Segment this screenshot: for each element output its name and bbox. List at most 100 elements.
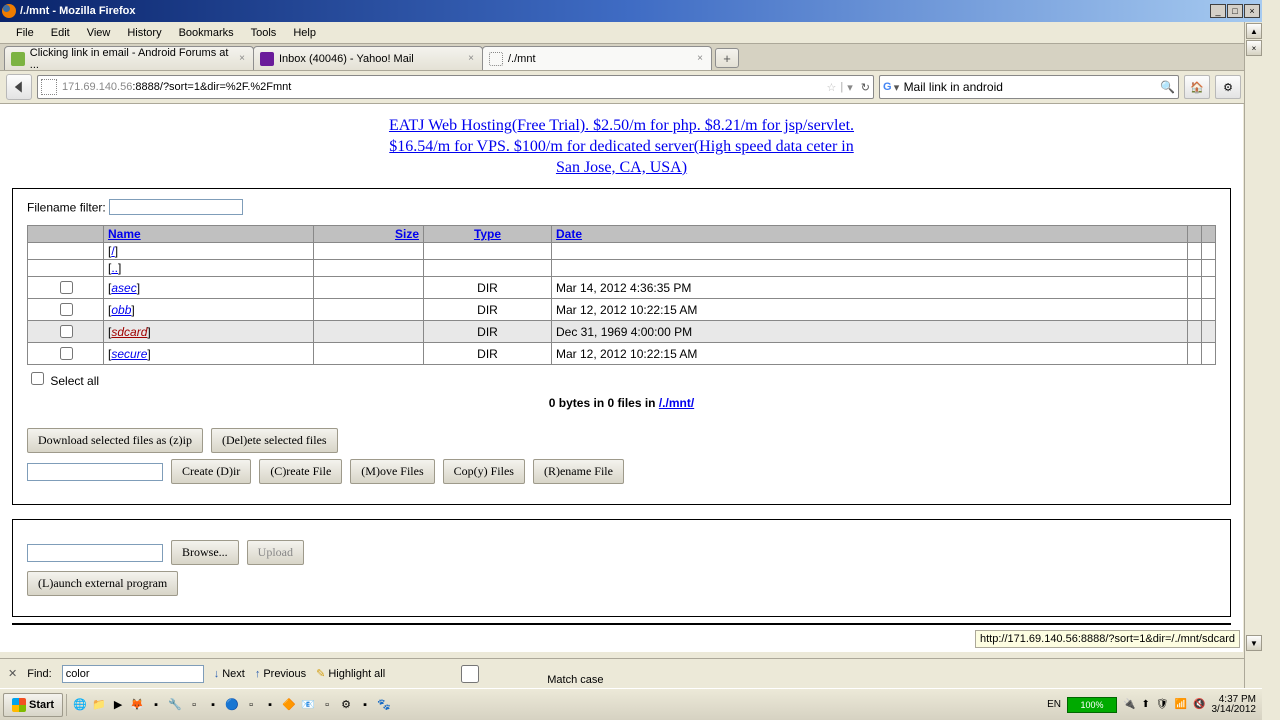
create-file-button[interactable]: (C)reate File [259, 459, 342, 484]
tray-icon[interactable]: 🔇 [1193, 699, 1205, 710]
language-indicator[interactable]: EN [1047, 699, 1061, 710]
search-input[interactable] [902, 79, 1160, 95]
app-icon[interactable]: ▫ [185, 694, 203, 716]
tab-close-icon[interactable]: × [695, 53, 705, 64]
col-name[interactable]: Name [104, 226, 314, 243]
find-next-button[interactable]: ↓Next [214, 668, 245, 680]
search-icon[interactable]: 🔍 [1160, 80, 1175, 94]
app-icon[interactable]: ⚙ [337, 694, 355, 716]
battery-indicator[interactable]: 100% [1067, 697, 1117, 713]
app-icon[interactable]: ▪ [261, 694, 279, 716]
tab-android-forums[interactable]: Clicking link in email - Android Forums … [4, 46, 254, 70]
menu-edit[interactable]: Edit [43, 25, 78, 41]
maximize-button[interactable]: □ [1227, 4, 1243, 18]
delete-button[interactable]: (Del)ete selected files [211, 428, 338, 453]
app-icon[interactable]: 🔵 [223, 694, 241, 716]
rename-file-button[interactable]: (R)ename File [533, 459, 624, 484]
row-checkbox[interactable] [60, 325, 73, 338]
browse-button[interactable]: Browse... [171, 540, 239, 565]
nav-toolbar: 171.69.140.56:8888/?sort=1&dir=%2F.%2Fmn… [0, 71, 1262, 104]
menu-help[interactable]: Help [285, 25, 324, 41]
firefox-taskbar-icon[interactable]: 🦊 [128, 694, 146, 716]
row-checkbox[interactable] [60, 281, 73, 294]
scroll-down-icon[interactable]: ▼ [1246, 635, 1262, 651]
tab-close-icon[interactable]: × [466, 53, 476, 64]
create-dir-button[interactable]: Create (D)ir [171, 459, 251, 484]
download-zip-button[interactable]: Download selected files as (z)ip [27, 428, 203, 453]
tab-favicon [489, 52, 503, 66]
taskbar: Start 🌐 📁 ▶ 🦊 ▪ 🔧 ▫ ▪ 🔵 ▫ ▪ 🔶 📧 ▫ ⚙ ▪ 🐾 … [0, 688, 1262, 720]
app-icon[interactable]: 📧 [299, 694, 317, 716]
addon-button[interactable]: ⚙ [1215, 75, 1241, 99]
new-tab-button[interactable]: + [715, 48, 739, 68]
tray-icon[interactable]: 🔌 [1123, 699, 1135, 710]
explorer-icon[interactable]: 📁 [90, 694, 108, 716]
row-checkbox[interactable] [60, 347, 73, 360]
tab-mnt[interactable]: /./mnt × [482, 46, 712, 70]
move-files-button[interactable]: (M)ove Files [350, 459, 434, 484]
menu-view[interactable]: View [79, 25, 119, 41]
match-case-checkbox[interactable]: Match case [395, 662, 603, 686]
cmd-icon[interactable]: ▪ [147, 694, 165, 716]
create-name-input[interactable] [27, 463, 163, 481]
search-bar[interactable]: G ▾ 🔍 [879, 75, 1179, 99]
dropdown-icon[interactable]: ▾ [847, 81, 853, 94]
minimize-button[interactable]: _ [1210, 4, 1226, 18]
find-prev-button[interactable]: ↑Previous [255, 668, 306, 680]
app-icon[interactable]: 🔶 [280, 694, 298, 716]
search-engine-dropdown-icon[interactable]: ▾ [892, 81, 902, 94]
start-button[interactable]: Start [3, 693, 63, 717]
clock[interactable]: 4:37 PM 3/14/2012 [1212, 695, 1257, 715]
menu-tools[interactable]: Tools [243, 25, 285, 41]
select-all-checkbox[interactable] [31, 372, 44, 385]
media-icon[interactable]: ▶ [109, 694, 127, 716]
col-checkbox [28, 226, 104, 243]
file-link[interactable]: .. [111, 261, 118, 275]
menu-bookmarks[interactable]: Bookmarks [171, 25, 242, 41]
close-button[interactable]: × [1244, 4, 1260, 18]
file-link[interactable]: asec [111, 281, 136, 295]
url-path: :8888/?sort=1&dir=%2F.%2Fmnt [132, 81, 291, 93]
upload-button[interactable]: Upload [247, 540, 304, 565]
launch-program-button[interactable]: (L)aunch external program [27, 571, 178, 596]
filename-filter-input[interactable] [109, 199, 243, 215]
findbar-close-icon[interactable]: ✕ [8, 667, 17, 680]
col-type[interactable]: Type [424, 226, 552, 243]
file-link[interactable]: obb [111, 303, 131, 317]
app-icon[interactable]: 🔧 [166, 694, 184, 716]
scroll-up-icon[interactable]: ▲ [1246, 23, 1262, 39]
home-button[interactable]: 🏠 [1184, 75, 1210, 99]
tray-icon[interactable]: 🛡 [1156, 699, 1169, 710]
col-date[interactable]: Date [552, 226, 1188, 243]
tray-icon[interactable]: ⬆ [1142, 699, 1150, 710]
app-icon[interactable]: 🐾 [375, 694, 393, 716]
app-icon[interactable]: ▪ [356, 694, 374, 716]
menu-file[interactable]: File [8, 25, 42, 41]
ad-link[interactable]: EATJ Web Hosting(Free Trial). $2.50/m fo… [12, 116, 1231, 178]
upload-path-input[interactable] [27, 544, 163, 562]
url-bar[interactable]: 171.69.140.56:8888/?sort=1&dir=%2F.%2Fmn… [37, 75, 874, 99]
tray-icon[interactable]: 📶 [1175, 699, 1187, 710]
app-icon[interactable]: ▪ [204, 694, 222, 716]
back-button[interactable] [6, 74, 32, 100]
app-icon[interactable]: ▫ [242, 694, 260, 716]
scroll-close-icon[interactable]: × [1246, 40, 1262, 56]
windows-flag-icon [12, 698, 26, 712]
find-input[interactable] [62, 665, 204, 683]
file-link[interactable]: / [111, 244, 114, 258]
reload-icon[interactable]: ↻ [861, 81, 870, 94]
tab-close-icon[interactable]: × [237, 53, 247, 64]
col-size[interactable]: Size [314, 226, 424, 243]
file-link[interactable]: secure [111, 347, 147, 361]
tab-yahoo-mail[interactable]: Inbox (40046) - Yahoo! Mail × [253, 46, 483, 70]
copy-files-button[interactable]: Cop(y) Files [443, 459, 525, 484]
menu-history[interactable]: History [119, 25, 169, 41]
row-checkbox[interactable] [60, 303, 73, 316]
file-link[interactable]: sdcard [111, 325, 147, 339]
bookmark-star-icon[interactable]: ☆ [827, 81, 837, 94]
highlight-all-button[interactable]: ✎Highlight all [316, 667, 385, 680]
vertical-scrollbar[interactable]: ▲ × ▼ [1244, 22, 1262, 688]
app-icon[interactable]: ▫ [318, 694, 336, 716]
summary-path-link[interactable]: /./mnt/ [659, 396, 694, 410]
ie-icon[interactable]: 🌐 [71, 694, 89, 716]
